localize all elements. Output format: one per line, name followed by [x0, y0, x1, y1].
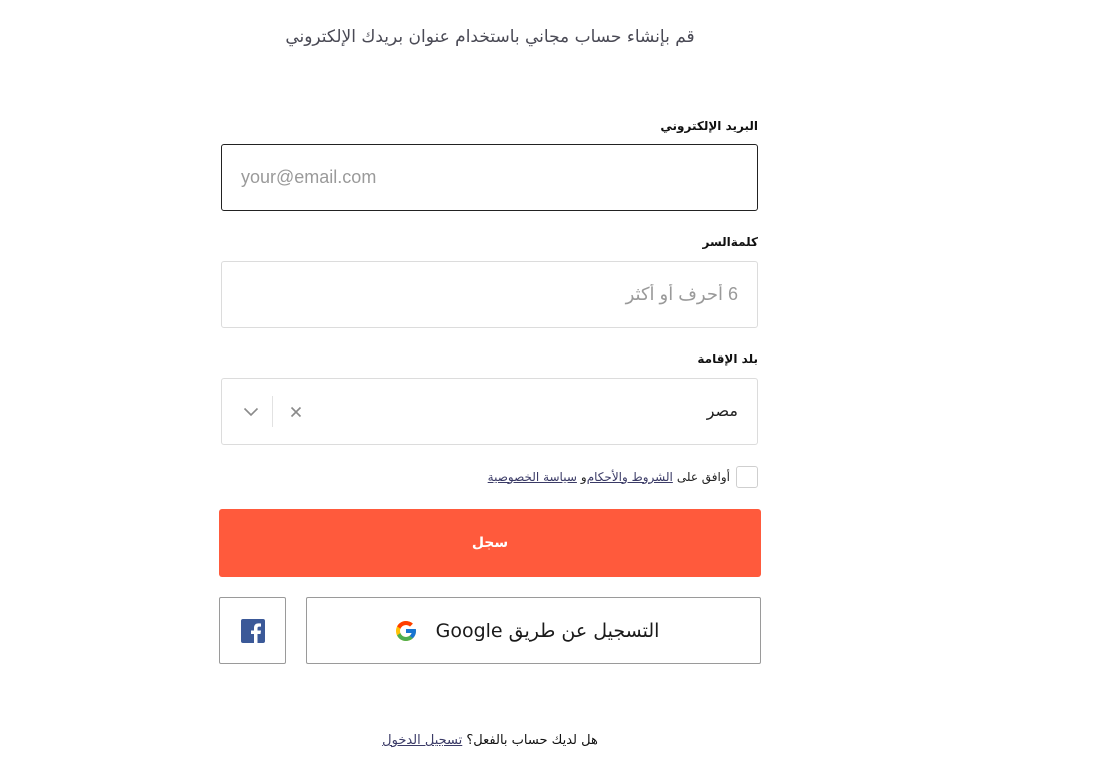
password-label: كلمةالسر	[702, 235, 759, 249]
select-divider	[272, 396, 273, 427]
login-question: هل لديك حساب بالفعل؟	[466, 733, 598, 748]
login-link[interactable]: تسجيل الدخول	[382, 733, 462, 748]
password-field[interactable]	[222, 262, 757, 327]
country-select[interactable]: مصر	[221, 378, 758, 445]
terms-connector: و	[580, 469, 587, 484]
country-label: بلد الإقامة	[697, 352, 758, 366]
privacy-link[interactable]: سياسة الخصوصية	[488, 470, 577, 484]
page-subtitle: قم بإنشاء حساب مجاني باستخدام عنوان بريد…	[285, 27, 695, 47]
facebook-icon	[240, 618, 265, 643]
email-field-container	[221, 144, 758, 211]
google-signup-button[interactable]: التسجيل عن طريق Google	[306, 597, 761, 664]
terms-link[interactable]: الشروط والأحكام	[587, 470, 673, 484]
dropdown-toggle[interactable]	[236, 397, 266, 427]
terms-row: أوافق على الشروط والأحكام و سياسة الخصوص…	[488, 464, 758, 489]
signup-button[interactable]: سجل	[219, 509, 761, 577]
clear-selection-button[interactable]	[284, 397, 308, 427]
login-prompt: هل لديك حساب بالفعل؟ تسجيل الدخول	[220, 733, 760, 748]
country-selected-value: مصر	[706, 401, 738, 420]
email-label: البريد الإلكتروني	[660, 119, 758, 133]
terms-prefix: أوافق على	[676, 469, 730, 484]
facebook-signup-button[interactable]	[219, 597, 286, 664]
terms-checkbox[interactable]	[736, 465, 758, 488]
signup-page: قم بإنشاء حساب مجاني باستخدام عنوان بريد…	[0, 0, 1115, 768]
password-field-container	[221, 261, 758, 328]
google-icon	[395, 620, 416, 641]
chevron-down-icon	[243, 407, 259, 417]
email-field[interactable]	[222, 145, 757, 210]
close-icon	[290, 406, 302, 418]
google-signup-label: التسجيل عن طريق Google	[435, 619, 660, 642]
